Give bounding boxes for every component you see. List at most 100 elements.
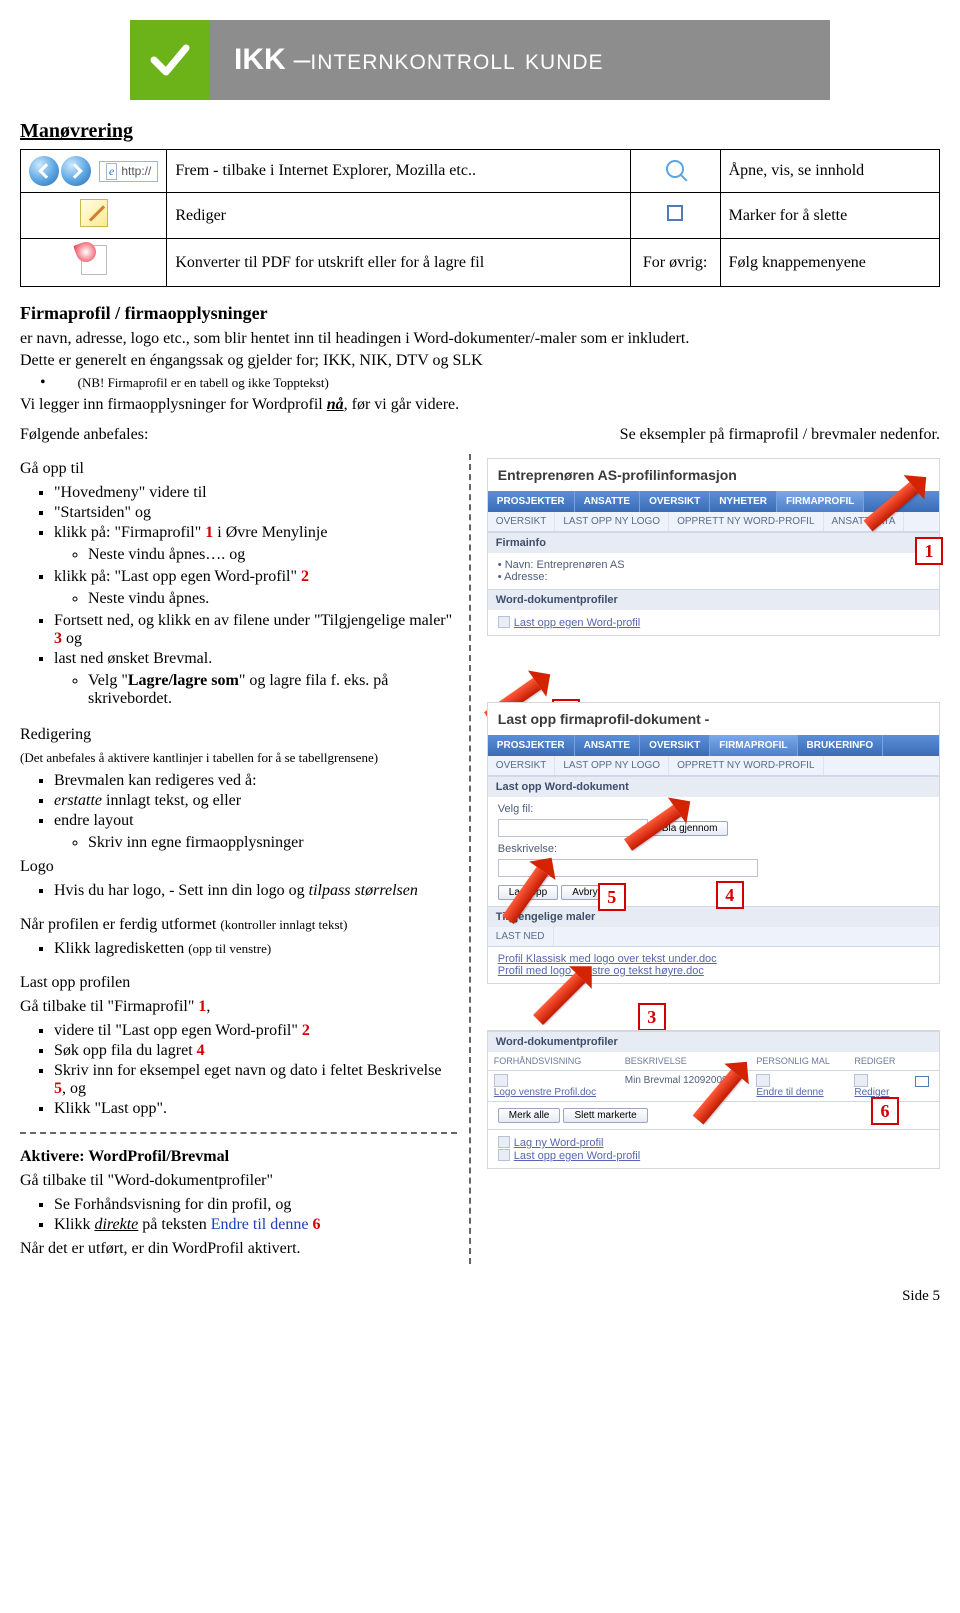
lastopp-li4: Klikk "Last opp". bbox=[54, 1100, 457, 1118]
ss1-tab-nyheter[interactable]: NYHETER bbox=[710, 491, 777, 512]
lastopp-li3b: , og bbox=[62, 1080, 86, 1097]
lastopp-li3a: Skriv inn for eksempel eget navn og dato… bbox=[54, 1062, 441, 1079]
ss1-lastopp-link[interactable]: Last opp egen Word-profil bbox=[514, 617, 640, 629]
li3a: klikk på: "Firmaprofil" bbox=[54, 524, 205, 541]
redigering-hdr: Redigering bbox=[20, 726, 457, 744]
ss3-r-pers-link[interactable]: Endre til denne bbox=[756, 1087, 823, 1098]
ss2-tabs: PROSJEKTER ANSATTE OVERSIKT FIRMAPROFIL … bbox=[488, 735, 939, 756]
intro-p1: er navn, adresse, logo etc., som blir he… bbox=[20, 330, 940, 348]
logo-lia: Hvis du har logo, - Sett inn din logo og bbox=[54, 882, 309, 899]
li-startsiden: "Startsiden" og bbox=[54, 504, 457, 522]
nav-table: e http:// Frem - tilbake i Internet Expl… bbox=[20, 149, 940, 287]
ss2-sub-logo[interactable]: LAST OPP NY LOGO bbox=[555, 756, 669, 775]
nav-r1-desc: Frem - tilbake i Internet Explorer, Mozi… bbox=[167, 150, 630, 193]
ss2-label-beskrivelse: Beskrivelse: bbox=[498, 843, 929, 855]
ss1-sub-oversikt[interactable]: OVERSIKT bbox=[488, 512, 556, 531]
ss3-link2[interactable]: Last opp egen Word-profil bbox=[514, 1150, 640, 1162]
nav-r3-mid: For øvrig: bbox=[630, 239, 720, 287]
left-column: Gå opp til "Hovedmeny" videre til "Start… bbox=[20, 454, 471, 1264]
ss2-file1[interactable]: Profil Klassisk med logo over tekst unde… bbox=[498, 953, 717, 965]
ss3-links: Lag ny Word-profil Last opp egen Word-pr… bbox=[488, 1129, 939, 1168]
red-li2: erstatte innlagt tekst, og eller bbox=[54, 792, 457, 810]
ss2-files: Profil Klassisk med logo over tekst unde… bbox=[488, 947, 939, 983]
row-checkbox[interactable] bbox=[916, 1077, 929, 1087]
li6: last ned ønsket Brevmal. bbox=[54, 650, 212, 667]
ss3-r-forh-link[interactable]: Logo venstre Profil.doc bbox=[494, 1087, 596, 1098]
ss1-sec-firmainfo: Firmainfo bbox=[488, 532, 939, 553]
pdf-cell bbox=[21, 239, 167, 287]
ss2-tab-prosjekter[interactable]: PROSJEKTER bbox=[488, 735, 575, 756]
li5b: og bbox=[62, 630, 82, 647]
akt-li2b: direkte bbox=[94, 1216, 138, 1233]
nav-r2-desc: Rediger bbox=[167, 193, 630, 239]
li-hovedmeny: "Hovedmeny" videre til bbox=[54, 484, 457, 502]
ss1-tab-oversikt[interactable]: OVERSIKT bbox=[640, 491, 710, 512]
intro-p3a: Vi legger inn firmaopplysninger for Word… bbox=[20, 396, 327, 413]
ss1-line1: Navn: Entreprenøren AS bbox=[498, 559, 929, 571]
ss1-tab-ansatte[interactable]: ANSATTE bbox=[575, 491, 640, 512]
li3b: i Øvre Menylinje bbox=[213, 524, 327, 541]
nav-r2-rdesc: Marker for å slette bbox=[720, 193, 939, 239]
red-li1: Brevmalen kan redigeres ved å: bbox=[54, 772, 457, 790]
ferdig-lia: Klikk lagredisketten bbox=[54, 940, 188, 957]
ss2-tab-ansatte[interactable]: ANSATTE bbox=[575, 735, 640, 756]
li6sa: Velg " bbox=[88, 672, 128, 689]
doc-icon bbox=[498, 1149, 510, 1161]
intro-note-text: (NB! Firmaprofil er en tabell og ikke To… bbox=[78, 375, 329, 390]
intro-p3: Vi legger inn firmaopplysninger for Word… bbox=[20, 396, 940, 414]
ss3-merk-button[interactable]: Merk alle bbox=[498, 1108, 561, 1123]
ss2-label-velgfil: Velg fil: bbox=[498, 803, 929, 815]
li4a: klikk på: "Last opp egen Word-profil" bbox=[54, 568, 301, 585]
red-li3-sub: Skriv inn egne firmaopplysninger bbox=[88, 834, 457, 852]
akt-li2-red: 6 bbox=[312, 1216, 320, 1233]
ss2-file-input[interactable] bbox=[498, 819, 648, 837]
ss1-sub-opprett[interactable]: OPPRETT NY WORD-PROFIL bbox=[669, 512, 823, 531]
ss2-tab-firmaprofil[interactable]: FIRMAPROFIL bbox=[710, 735, 797, 756]
ss3-r-pers: Endre til denne bbox=[750, 1071, 848, 1102]
ss3-h-red: REDIGER bbox=[848, 1052, 909, 1071]
lastopp-li2: Søk opp fila du lagret 4 bbox=[54, 1042, 457, 1060]
ss1-tabs: PROSJEKTER ANSATTE OVERSIKT NYHETER FIRM… bbox=[488, 491, 939, 512]
ss1-tab-firmaprofil[interactable]: FIRMAPROFIL bbox=[777, 491, 864, 512]
ss2-sub-opprett[interactable]: OPPRETT NY WORD-PROFIL bbox=[669, 756, 823, 775]
back-icon bbox=[29, 156, 59, 186]
ferdig-b: (kontroller innlagt tekst) bbox=[220, 917, 347, 932]
banner-bold: IKK bbox=[234, 43, 286, 77]
ss3-r-chk bbox=[909, 1071, 939, 1102]
li5-red: 3 bbox=[54, 630, 62, 647]
ss1-links: Last opp egen Word-profil bbox=[488, 610, 939, 635]
lastopp-li1a: videre til "Last opp egen Word-profil" bbox=[54, 1022, 302, 1039]
screenshot-upload: Last opp firmaprofil-dokument - PROSJEKT… bbox=[487, 702, 940, 984]
ss1-sub-logo[interactable]: LAST OPP NY LOGO bbox=[555, 512, 669, 531]
magnifier-cell bbox=[630, 150, 720, 193]
address-text: http:// bbox=[121, 164, 151, 178]
right-column: Entreprenøren AS-profilinformasjon PROSJ… bbox=[471, 454, 940, 1264]
akt-li2c: på teksten bbox=[138, 1216, 210, 1233]
logo-li: Hvis du har logo, - Sett inn din logo og… bbox=[54, 882, 457, 900]
intro-text: er navn, adresse, logo etc., som blir he… bbox=[20, 330, 940, 444]
li4-sub: Neste vindu åpnes. bbox=[88, 590, 457, 608]
ss2-title: Last opp firmaprofil-dokument - bbox=[488, 703, 939, 735]
akt-li2: Klikk direkte på teksten Endre til denne… bbox=[54, 1216, 457, 1234]
li-fortsett: Fortsett ned, og klikk en av filene unde… bbox=[54, 612, 457, 648]
ss2-tab-oversikt[interactable]: OVERSIKT bbox=[640, 735, 710, 756]
ss2-sub-oversikt[interactable]: OVERSIKT bbox=[488, 756, 556, 775]
pdf-icon bbox=[81, 245, 107, 275]
ss2-form: Velg fil: Bla gjennom Beskrivelse: Last … bbox=[488, 797, 939, 906]
checkbox-cell bbox=[630, 193, 720, 239]
ferdig-a: Når profilen er ferdig utformet bbox=[20, 916, 220, 933]
ferdig-li: Klikk lagredisketten (opp til venstre) bbox=[54, 940, 457, 958]
header-banner: IKK – internkontroll kunde bbox=[130, 20, 830, 100]
ss3-link1[interactable]: Lag ny Word-profil bbox=[514, 1137, 604, 1149]
edit-icon bbox=[80, 199, 108, 227]
ss3-h-forh: FORHÅNDSVISNING bbox=[488, 1052, 619, 1071]
li6-sub: Velg "Lagre/lagre som" og lagre fila f. … bbox=[88, 672, 457, 708]
ss2-tab-brukerinfo[interactable]: BRUKERINFO bbox=[798, 735, 884, 756]
badge-1: 1 bbox=[915, 537, 943, 565]
ss3-slett-button[interactable]: Slett markerte bbox=[563, 1108, 647, 1123]
akt-hdr-b: Aktivere: WordProfil/Brevmal bbox=[20, 1148, 229, 1165]
li4-red: 2 bbox=[301, 568, 309, 585]
intro-p2: Dette er generelt en éngangssak og gjeld… bbox=[20, 352, 940, 370]
ss1-tab-prosjekter[interactable]: PROSJEKTER bbox=[488, 491, 575, 512]
doc-icon bbox=[498, 1136, 510, 1148]
